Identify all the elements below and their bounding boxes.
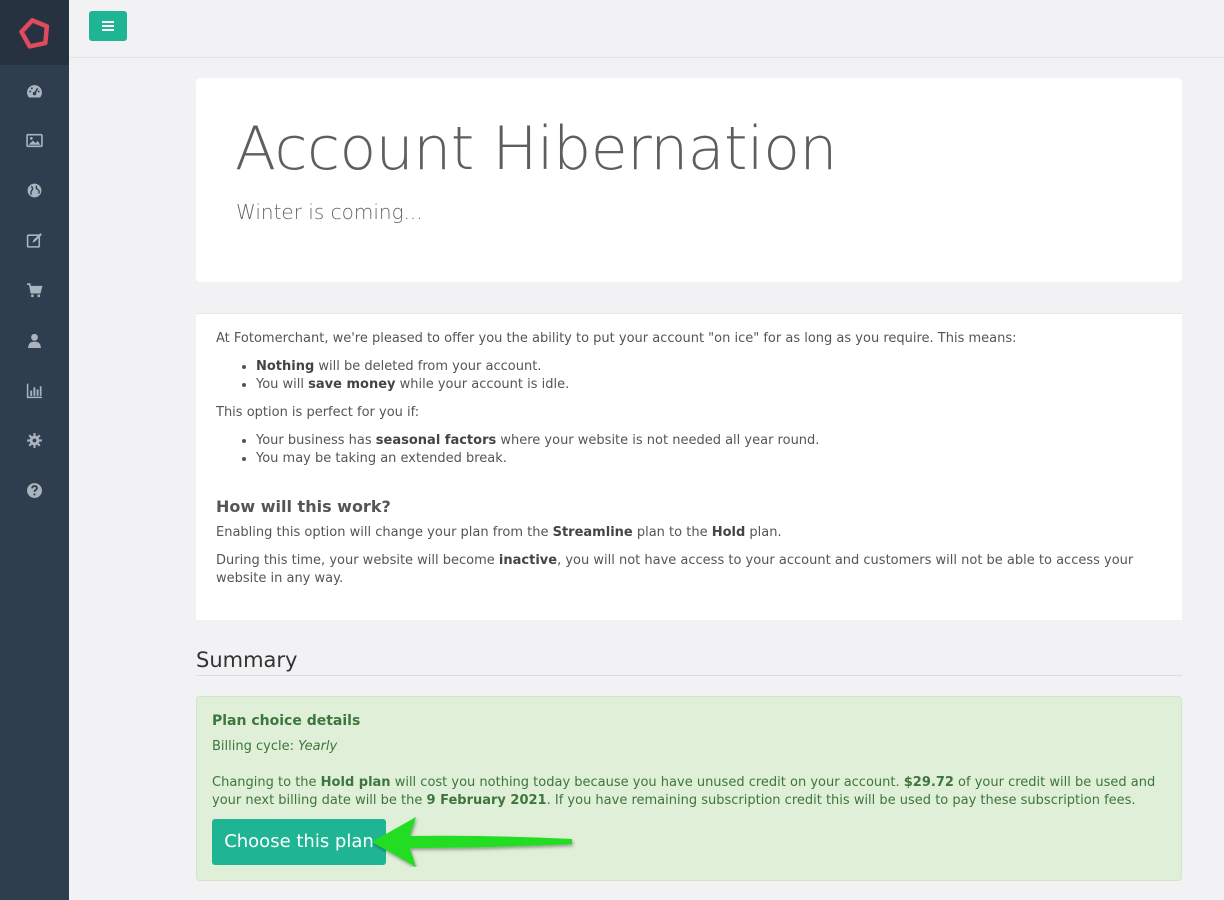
plan-detail-text: Changing to the Hold plan will cost you … (212, 775, 1156, 808)
sidebar-item-reports[interactable] (0, 365, 69, 415)
menu-toggle-button[interactable] (89, 11, 127, 41)
sidebar-item-website[interactable] (0, 165, 69, 215)
sidebar-item-help[interactable] (0, 465, 69, 515)
sidebar-item-settings[interactable] (0, 415, 69, 465)
sidebar-item-edit[interactable] (0, 215, 69, 265)
dashboard-icon (27, 84, 42, 97)
pentagon-logo-icon (18, 17, 49, 49)
how-paragraph-2: During this time, your website will beco… (216, 553, 1134, 586)
edit-icon (26, 232, 42, 248)
info-panel: At Fotomerchant, we're pleased to offer … (196, 313, 1182, 620)
sidebar-item-store[interactable] (0, 265, 69, 315)
how-paragraph-1: Enabling this option will change your pl… (216, 525, 782, 540)
globe-icon (27, 183, 42, 197)
reasons-list: Your business has seasonal factors where… (256, 432, 1162, 468)
user-icon (28, 333, 41, 348)
summary-heading: Summary (196, 648, 298, 672)
benefits-list: Nothing will be deleted from your accoun… (256, 358, 1162, 394)
list-item: Your business has seasonal factors where… (256, 432, 1162, 450)
page-title: Account Hibernation (235, 114, 837, 184)
intro-text: At Fotomerchant, we're pleased to offer … (216, 331, 1017, 346)
billing-cycle: Billing cycle: Yearly (212, 739, 338, 754)
sidebar-item-dashboard[interactable] (0, 66, 69, 116)
top-bar (69, 0, 1224, 58)
choose-plan-button[interactable]: Choose this plan (212, 819, 386, 865)
plan-details-box: Plan choice details Billing cycle: Yearl… (196, 696, 1182, 881)
divider (196, 675, 1182, 676)
page-subtitle: Winter is coming... (236, 200, 423, 224)
list-item: You will save money while your account i… (256, 376, 1162, 394)
bar-chart-icon (26, 383, 42, 398)
hamburger-icon (102, 21, 114, 31)
help-icon (27, 482, 42, 498)
sidebar-item-customers[interactable] (0, 315, 69, 365)
perfect-if-text: This option is perfect for you if: (216, 405, 420, 420)
how-heading: How will this work? (216, 497, 391, 516)
hero-panel: Account Hibernation Winter is coming... (196, 78, 1182, 282)
list-item: You may be taking an extended break. (256, 450, 1162, 468)
logo[interactable] (0, 0, 69, 65)
cart-icon (27, 282, 43, 297)
sidebar (0, 0, 69, 900)
sidebar-item-images[interactable] (0, 115, 69, 165)
list-item: Nothing will be deleted from your accoun… (256, 358, 1162, 376)
plan-heading: Plan choice details (212, 713, 361, 729)
image-icon (26, 133, 43, 147)
gear-icon (27, 432, 42, 448)
